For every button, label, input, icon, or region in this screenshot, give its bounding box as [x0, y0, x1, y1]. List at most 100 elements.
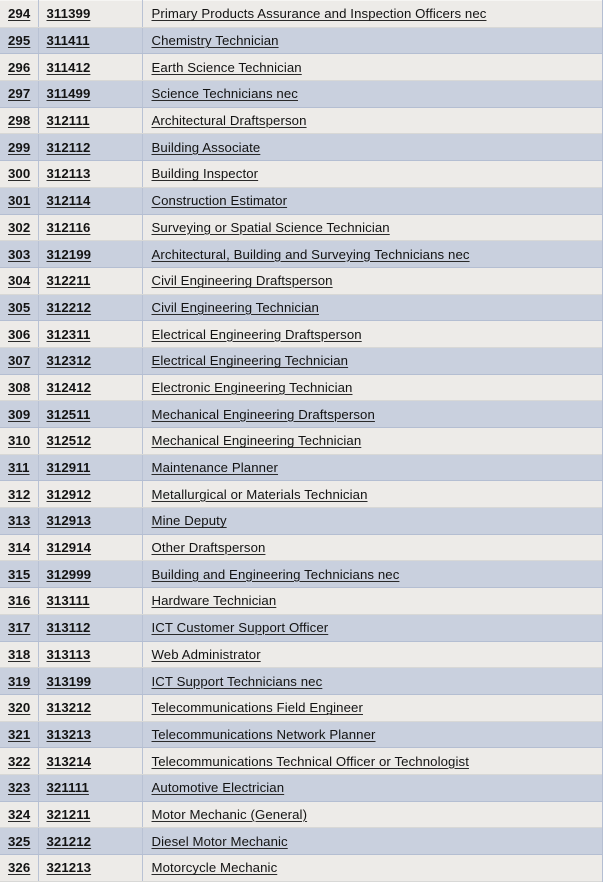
occupation-code-cell-text: 313111 — [46, 593, 90, 609]
row-index-cell-text: 313 — [8, 513, 31, 529]
occupation-code-cell-text: 321211 — [46, 806, 91, 822]
occupation-table-body: 294 311399 Primary Products Assurance and … — [0, 0, 603, 882]
row-index-cell: 307 — [0, 346, 39, 375]
table-row[interactable]: 296 311412 Earth Science Technician — [0, 53, 603, 82]
table-row[interactable]: 315 312999 Building and Engineering Techni… — [0, 560, 603, 589]
occupation-title-cell: ICT Customer Support Officer — [142, 613, 603, 642]
table-row[interactable]: 301 312114 Construction Estimator — [0, 186, 603, 215]
row-index-cell: 326 — [0, 854, 39, 882]
table-row[interactable]: 304 312211 Civil Engineering Draftsperson — [0, 266, 603, 295]
row-index-cell-text: 311 — [8, 460, 30, 476]
table-row[interactable]: 322 313214 Telecommunications Technical Of… — [0, 747, 603, 775]
occupation-title-cell-text: Surveying or Spatial Science Technician — [151, 219, 390, 235]
row-index-cell: 301 — [0, 186, 39, 215]
table-row[interactable]: 298 312111 Architectural Draftsperson — [0, 106, 603, 135]
table-row[interactable]: 300 312113 Building Inspector — [0, 160, 603, 188]
row-index-cell: 313 — [0, 507, 39, 535]
occupation-title-cell-text: Telecommunications Technical Officer or … — [151, 753, 469, 769]
occupation-title-cell: Other Draftsperson — [142, 533, 603, 562]
occupation-code-cell: 312114 — [38, 186, 143, 215]
table-row[interactable]: 319 313199 ICT Support Technicians nec — [0, 667, 603, 695]
row-index-cell: 323 — [0, 773, 39, 802]
row-index-cell-text: 321 — [8, 726, 31, 742]
occupation-code-cell-text: 312913 — [46, 513, 92, 529]
table-row[interactable]: 325 321212 Diesel Motor Mechanic — [0, 827, 603, 855]
row-index-cell-text: 326 — [8, 860, 31, 876]
occupation-title-cell-text: Mine Deputy — [151, 513, 227, 529]
occupation-title-cell: Chemistry Technician — [142, 26, 603, 55]
occupation-title-cell-text: Civil Engineering Technician — [151, 299, 319, 315]
table-row[interactable]: 323 321111 Automotive Electrician — [0, 773, 603, 802]
row-index-cell-text: 308 — [8, 379, 31, 395]
table-row[interactable]: 311 312911 Maintenance Planner — [0, 453, 603, 482]
occupation-title-cell: Mechanical Engineering Technician — [142, 427, 603, 455]
occupation-code-cell: 321211 — [38, 800, 143, 829]
row-index-cell: 321 — [0, 720, 39, 749]
occupation-code-cell: 321213 — [38, 854, 143, 882]
occupation-title-cell: Science Technicians nec — [142, 80, 603, 108]
row-index-cell-text: 323 — [8, 780, 31, 796]
occupation-title-cell-text: Automotive Electrician — [151, 780, 285, 796]
table-row[interactable]: 326 321213 Motorcycle Mechanic — [0, 854, 603, 882]
row-index-cell: 318 — [0, 640, 39, 669]
occupation-code-cell-text: 312211 — [46, 273, 91, 289]
occupation-title-cell-text: Science Technicians nec — [151, 86, 298, 102]
table-row[interactable]: 310 312512 Mechanical Engineering Technici… — [0, 427, 603, 455]
occupation-code-cell-text: 312512 — [46, 433, 92, 449]
row-index-cell-text: 301 — [8, 193, 31, 209]
occupation-code-cell: 321111 — [38, 773, 143, 802]
occupation-code-cell-text: 321111 — [46, 780, 89, 796]
occupation-code-cell: 312511 — [38, 400, 143, 428]
occupation-code-cell: 312999 — [38, 560, 143, 589]
row-index-cell-text: 318 — [8, 646, 31, 662]
occupation-code-cell-text: 312111 — [46, 113, 90, 129]
row-index-cell-text: 306 — [8, 326, 31, 342]
table-row[interactable]: 314 312914 Other Draftsperson — [0, 533, 603, 562]
occupation-title-cell-text: Maintenance Planner — [151, 460, 279, 476]
row-index-cell-text: 316 — [8, 593, 31, 609]
occupation-title-cell: Architectural Draftsperson — [142, 106, 603, 135]
row-index-cell-text: 298 — [8, 113, 31, 129]
occupation-title-cell: Mine Deputy — [142, 507, 603, 535]
occupation-code-cell-text: 321212 — [46, 833, 92, 849]
table-row[interactable]: 318 313113 Web Administrator — [0, 640, 603, 669]
row-index-cell: 306 — [0, 320, 39, 348]
row-index-cell-text: 314 — [8, 540, 31, 556]
table-row[interactable]: 307 312312 Electrical Engineering Technici… — [0, 346, 603, 375]
table-row[interactable]: 303 312199 Architectural, Building and Sur… — [0, 240, 603, 268]
row-index-cell-text: 296 — [8, 59, 31, 75]
table-row[interactable]: 302 312116 Surveying or Spatial Science Te… — [0, 213, 603, 242]
occupation-code-cell-text: 313213 — [46, 726, 92, 742]
table-row[interactable]: 295 311411 Chemistry Technician — [0, 26, 603, 55]
table-row[interactable]: 317 313112 ICT Customer Support Officer — [0, 613, 603, 642]
table-row[interactable]: 313 312913 Mine Deputy — [0, 507, 603, 535]
row-index-cell: 325 — [0, 827, 39, 855]
row-index-cell-text: 304 — [8, 273, 31, 289]
row-index-cell: 312 — [0, 480, 39, 509]
occupation-title-cell-text: Diesel Motor Mechanic — [151, 833, 288, 849]
row-index-cell-text: 303 — [8, 246, 31, 262]
occupation-code-cell: 312412 — [38, 373, 143, 402]
occupation-code-cell: 313212 — [38, 693, 143, 722]
table-row[interactable]: 321 313213 Telecommunications Network Plan… — [0, 720, 603, 749]
table-row[interactable]: 299 312112 Building Associate — [0, 133, 603, 162]
table-row[interactable]: 308 312412 Electronic Engineering Technici… — [0, 373, 603, 402]
table-row[interactable]: 294 311399 Primary Products Assurance and … — [0, 0, 603, 28]
occupation-title-cell: Surveying or Spatial Science Technician — [142, 213, 603, 242]
occupation-code-cell: 312111 — [38, 106, 143, 135]
row-index-cell: 310 — [0, 427, 39, 455]
row-index-cell-text: 322 — [8, 753, 31, 769]
table-row[interactable]: 297 311499 Science Technicians nec — [0, 80, 603, 108]
table-row[interactable]: 316 313111 Hardware Technician — [0, 587, 603, 615]
occupation-title-cell: Building and Engineering Technicians nec — [142, 560, 603, 589]
table-row[interactable]: 305 312212 Civil Engineering Technician — [0, 293, 603, 322]
occupation-title-cell: Civil Engineering Draftsperson — [142, 266, 603, 295]
row-index-cell: 296 — [0, 53, 39, 82]
table-row[interactable]: 312 312912 Metallurgical or Materials Tech… — [0, 480, 603, 509]
row-index-cell-text: 320 — [8, 700, 31, 716]
table-row[interactable]: 320 313212 Telecommunications Field Engine… — [0, 693, 603, 722]
table-row[interactable]: 309 312511 Mechanical Engineering Draftspe… — [0, 400, 603, 428]
table-row[interactable]: 324 321211 Motor Mechanic (General) — [0, 800, 603, 829]
table-row[interactable]: 306 312311 Electrical Engineering Draftspe… — [0, 320, 603, 348]
row-index-cell: 322 — [0, 747, 39, 775]
